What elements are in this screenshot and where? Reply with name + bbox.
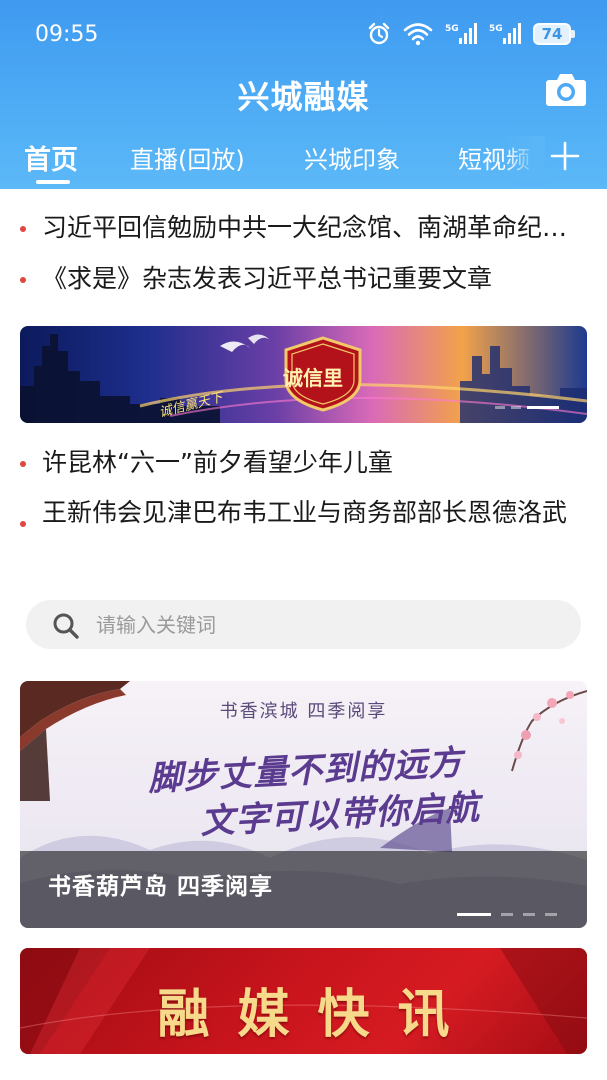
news-list: 许昆林“六一”前夕看望少年儿童 王新伟会见津巴布韦工业与商务部部长恩德洛武 xyxy=(0,444,607,531)
banner-caption-bar: 书香葫芦岛 四季阅享 xyxy=(20,851,587,928)
tab-live[interactable]: 直播(回放) xyxy=(130,140,245,175)
headline-item[interactable]: 《求是》杂志发表习近平总书记重要文章 xyxy=(0,260,607,297)
tab-active-indicator xyxy=(36,180,70,184)
headline-title: 习近平回信勉励中共一大纪念馆、南湖革命纪念馆党员干部群众 xyxy=(42,213,577,242)
promo-banner-news-flash[interactable]: 融媒快讯 xyxy=(20,948,587,1054)
news-item[interactable]: 王新伟会见津巴布韦工业与商务部部长恩德洛武 xyxy=(0,494,607,531)
promo-banner-integrity[interactable]: 诚信里 诚信赢天下 xyxy=(20,326,587,423)
signal-5g-icon-2: 5G xyxy=(489,23,521,44)
app-header: 09:55 5G 5G 74 兴城融媒 首页 直播(回放) 兴城印象 短视频 xyxy=(0,0,607,189)
banner-top-line: 书香滨城 四季阅享 xyxy=(219,701,388,722)
tab-home[interactable]: 首页 xyxy=(24,138,78,177)
alarm-icon xyxy=(368,22,390,45)
carousel-indicator xyxy=(495,406,559,409)
tab-impression[interactable]: 兴城印象 xyxy=(304,140,400,175)
bullet-icon xyxy=(20,521,26,527)
headline-title: 《求是》杂志发表习近平总书记重要文章 xyxy=(42,264,493,293)
headline-item[interactable]: 习近平回信勉励中共一大纪念馆、南湖革命纪念馆党员干部群众 xyxy=(0,209,607,246)
status-icons: 5G 5G 74 xyxy=(367,22,575,46)
battery-level: 74 xyxy=(541,25,563,43)
app-title: 兴城融媒 xyxy=(237,78,370,116)
add-channel-icon[interactable] xyxy=(549,140,581,172)
search-bar[interactable] xyxy=(26,600,581,649)
news-title: 许昆林“六一”前夕看望少年儿童 xyxy=(42,448,393,477)
seal-text: 诚信里 xyxy=(283,366,343,390)
search-input[interactable] xyxy=(96,600,556,649)
news-title: 王新伟会见津巴布韦工业与商务部部长恩德洛武 xyxy=(42,498,568,527)
news-item[interactable]: 许昆林“六一”前夕看望少年儿童 xyxy=(0,444,607,481)
status-time: 09:55 xyxy=(35,22,99,47)
wifi-icon xyxy=(403,23,433,46)
signal-5g-icon: 5G xyxy=(445,23,477,44)
channel-tabs: 首页 直播(回放) 兴城印象 短视频 xyxy=(0,136,607,189)
camera-icon[interactable] xyxy=(545,70,587,108)
banner-caption: 书香葫芦岛 四季阅享 xyxy=(48,874,274,900)
svg-text:5G: 5G xyxy=(445,24,459,34)
news-flash-title: 融媒快讯 xyxy=(157,984,478,1045)
promo-banner-reading[interactable]: 书香滨城 四季阅享 脚步丈量不到的远方 文字可以带你启航 书香葫芦岛 四季阅享 xyxy=(20,681,587,928)
search-icon xyxy=(53,613,79,639)
svg-text:5G: 5G xyxy=(489,24,503,34)
headline-list: 习近平回信勉励中共一大纪念馆、南湖革命纪念馆党员干部群众 《求是》杂志发表习近平… xyxy=(0,209,607,297)
bullet-icon xyxy=(20,226,26,232)
carousel-indicator xyxy=(457,913,557,916)
battery-icon: 74 xyxy=(533,23,575,45)
status-bar: 09:55 5G 5G 74 xyxy=(0,0,607,70)
bullet-icon xyxy=(20,461,26,467)
bullet-icon xyxy=(20,277,26,283)
